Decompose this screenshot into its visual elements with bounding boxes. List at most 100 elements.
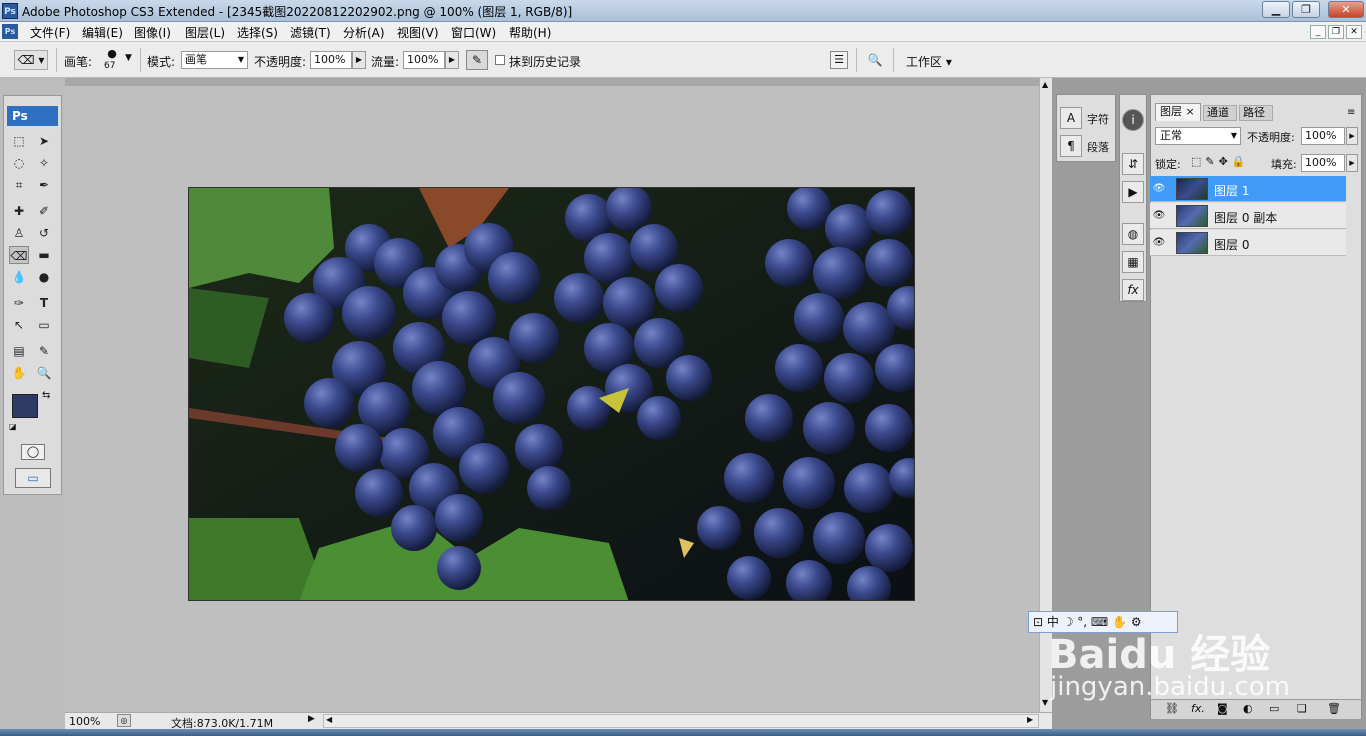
dodge-tool-icon[interactable]: ● [34,268,54,286]
zoom-level[interactable]: 100% [69,715,100,728]
blur-tool-icon[interactable]: 💧 [9,268,29,286]
layer-mask-icon[interactable]: ◙ [1217,702,1228,715]
character-icon[interactable]: A [1060,107,1082,129]
app-menu-icon[interactable]: Ps [2,24,18,39]
visibility-eye-icon[interactable]: 👁 [1150,203,1168,229]
para-label[interactable]: 段落 [1087,139,1109,155]
adjustment-layer-icon[interactable]: ◐ [1243,702,1253,715]
mode-select[interactable]: 画笔 ▼ [181,51,248,69]
scroll-left-arrow-icon[interactable]: ◀ [326,715,332,724]
menu-select[interactable]: 选择(S) [237,24,278,41]
fill-slider-button[interactable]: ▶ [1346,154,1358,172]
slice-tool-icon[interactable]: ✒ [34,176,54,194]
visibility-eye-icon[interactable]: 👁 [1150,176,1168,202]
layer-row[interactable]: 👁 图层 0 副本 [1150,203,1346,229]
canvas-image[interactable] [188,187,915,601]
doc-restore-button[interactable]: ❐ [1328,25,1344,39]
menu-analysis[interactable]: 分析(A) [343,24,385,41]
zoom-tool-icon[interactable]: 🔍 [34,364,54,382]
quick-mask-icon[interactable]: ◯ [21,444,45,460]
gradient-tool-icon[interactable]: ▬ [34,246,54,264]
history-brush-tool-icon[interactable]: ↺ [34,224,54,242]
fill-input[interactable]: 100% [1301,154,1345,172]
opacity-slider-button[interactable]: ▶ [352,51,366,69]
new-layer-icon[interactable]: ❏ [1297,702,1307,715]
screen-mode-icon[interactable]: ▭ [15,468,51,488]
magic-wand-tool-icon[interactable]: ✧ [34,154,54,172]
scroll-right-arrow-icon[interactable]: ▶ [1027,715,1033,724]
visibility-eye-icon[interactable]: 👁 [1150,230,1168,256]
menu-view[interactable]: 视图(V) [397,24,439,41]
notes-tool-icon[interactable]: ▤ [9,342,29,360]
move-tool-icon[interactable]: ➤ [34,132,54,150]
link-layers-icon[interactable]: ⛓ [1165,702,1179,715]
status-arrow-icon[interactable]: ▶ [308,714,315,724]
panel-menu-icon[interactable]: ≡ [1347,107,1355,118]
scroll-up-arrow-icon[interactable]: ▲ [1042,80,1048,89]
layer-style-icon[interactable]: fx. [1191,702,1205,715]
path-selection-tool-icon[interactable]: ↖ [9,316,29,334]
paragraph-icon[interactable]: ¶ [1060,135,1082,157]
palette-well-icon[interactable]: ☰ [830,51,848,69]
new-group-icon[interactable]: ▭ [1269,702,1279,715]
layer-row[interactable]: 👁 图层 1 [1150,176,1346,202]
flow-slider-button[interactable]: ▶ [445,51,459,69]
clone-stamp-tool-icon[interactable]: ♙ [9,224,29,242]
layer-opacity-slider-button[interactable]: ▶ [1346,127,1358,145]
menu-edit[interactable]: 编辑(E) [82,24,123,41]
maximize-button[interactable]: ❐ [1292,1,1320,18]
char-label[interactable]: 字符 [1087,111,1109,127]
scroll-down-arrow-icon[interactable]: ▼ [1042,698,1048,707]
color-icon[interactable]: ◍ [1122,223,1144,245]
menu-window[interactable]: 窗口(W) [451,24,496,41]
history-icon[interactable]: ⇵ [1122,153,1144,175]
horizontal-scrollbar[interactable]: ◀ ▶ [323,714,1039,728]
doc-close-button[interactable]: ✕ [1346,25,1362,39]
shape-tool-icon[interactable]: ▭ [34,316,54,334]
marquee-tool-icon[interactable]: ⬚ [9,132,29,150]
styles-icon[interactable]: fx [1122,279,1144,301]
swap-colors-icon[interactable]: ⇆ [42,390,50,401]
actions-icon[interactable]: ▶ [1122,181,1144,203]
default-colors-icon[interactable]: ◪ [9,422,17,431]
eraser-tool-icon[interactable]: ⌫ [9,246,29,264]
lock-icons[interactable]: ⬚✎✥🔒 [1191,155,1250,168]
close-tab-icon[interactable]: × [1186,105,1195,118]
menu-layer[interactable]: 图层(L) [185,24,225,41]
opacity-input[interactable]: 100% [310,51,352,69]
pen-tool-icon[interactable]: ✑ [9,294,29,312]
lasso-tool-icon[interactable]: ◌ [9,154,29,172]
airbrush-icon[interactable]: ✎ [466,50,488,70]
close-button[interactable]: ✕ [1328,1,1364,18]
brush-tool-icon[interactable]: ✐ [34,202,54,220]
menu-file[interactable]: 文件(F) [30,24,70,41]
tab-paths[interactable]: 路径 [1239,105,1273,121]
erase-to-history-checkbox[interactable] [495,55,505,65]
blend-mode-select[interactable]: 正常 ▼ [1155,127,1241,145]
crop-tool-icon[interactable]: ⌗ [9,176,29,194]
hand-tool-icon[interactable]: ✋ [9,364,29,382]
menu-help[interactable]: 帮助(H) [509,24,551,41]
swatches-icon[interactable]: ▦ [1122,251,1144,273]
workspace-button[interactable]: 工作区 ▾ [906,53,952,70]
tab-channels[interactable]: 通道 [1203,105,1237,121]
status-menu-icon[interactable]: ◎ [117,714,131,727]
layer-row[interactable]: 👁 图层 0 [1150,230,1346,256]
tab-layers[interactable]: 图层 × [1155,103,1201,121]
flow-input[interactable]: 100% [403,51,445,69]
eraser-tool-preset-button[interactable]: ⌫ ▾ [14,50,48,70]
minimize-button[interactable]: ▁ [1262,1,1290,18]
eyedropper-tool-icon[interactable]: ✎ [34,342,54,360]
delete-layer-icon[interactable]: 🗑 [1327,702,1341,715]
brush-dot-icon[interactable]: ● [102,47,122,60]
healing-brush-tool-icon[interactable]: ✚ [9,202,29,220]
layer-opacity-input[interactable]: 100% [1301,127,1345,145]
type-tool-icon[interactable]: T [34,294,54,312]
menu-image[interactable]: 图像(I) [134,24,171,41]
menu-filter[interactable]: 滤镜(T) [290,24,331,41]
bridge-icon[interactable]: 🔍 [864,51,886,69]
info-icon[interactable]: i [1122,109,1144,131]
doc-minimize-button[interactable]: _ [1310,25,1326,39]
foreground-color-swatch[interactable] [12,394,38,418]
brush-picker-arrow-icon[interactable]: ▼ [125,53,132,63]
